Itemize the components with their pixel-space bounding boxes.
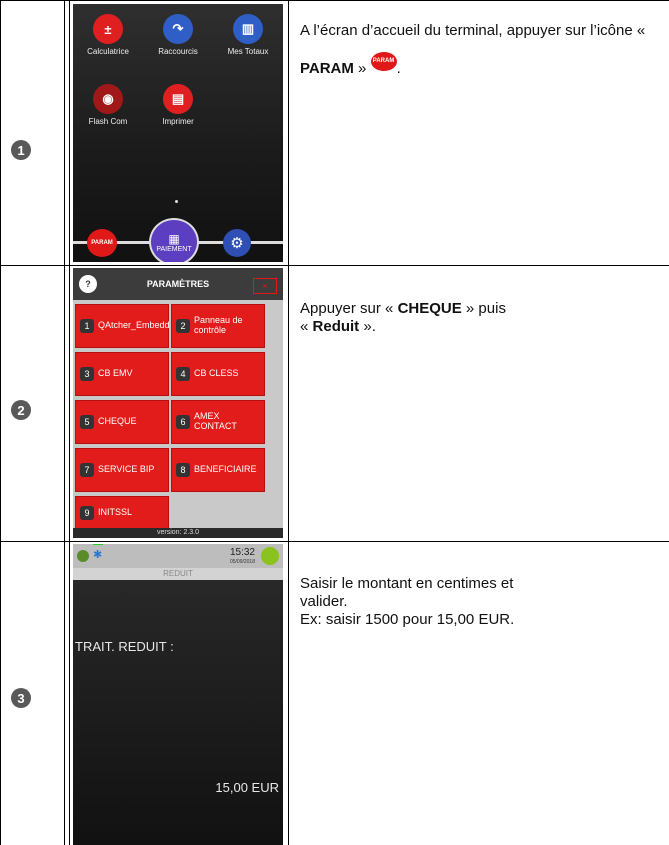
app-flash-com[interactable]: ◉ Flash Com	[73, 84, 143, 126]
param-item-number: 6	[176, 415, 190, 429]
calculator-icon: ±	[93, 14, 123, 44]
step-number-3: 3	[11, 688, 31, 708]
param-item-4[interactable]: 4 CB CLESS	[171, 352, 265, 396]
table-divider-col2	[288, 0, 289, 845]
step-2-line-1: Appuyer sur « CHEQUE » puis	[300, 300, 669, 318]
clock-date: 05/09/2018	[229, 559, 255, 565]
param-item-number: 8	[176, 463, 190, 477]
step-2-bold-1: CHEQUE	[397, 300, 462, 317]
step-3-line-3: Ex: saisir 1500 pour 15,00 EUR.	[300, 611, 515, 628]
step-number-1: 1	[11, 140, 31, 160]
param-item-2[interactable]: 2 Panneau de contrôle	[171, 304, 265, 348]
step-2-line-2: « Reduit ».	[300, 318, 669, 336]
step-2-text-a: Appuyer sur «	[300, 300, 398, 317]
param-item-number: 3	[80, 367, 94, 381]
table-row-divider-2	[0, 541, 669, 542]
parametres-header: PARAMÈTRES	[73, 268, 283, 300]
param-item-1[interactable]: 1 QAtcher_Embedd	[75, 304, 170, 348]
gear-icon[interactable]: ⚙	[223, 229, 251, 257]
param-item-label: INITSSL	[98, 507, 133, 518]
help-icon[interactable]: ?	[79, 275, 97, 293]
step-number-2: 2	[11, 400, 31, 420]
shortcut-arrow-icon: ↷	[163, 14, 193, 44]
app-raccourcis[interactable]: ↷ Raccourcis	[143, 14, 213, 56]
app-mes-totaux[interactable]: ▥ Mes Totaux	[213, 14, 283, 56]
table-border-top	[0, 0, 669, 1]
app-label: Raccourcis	[158, 47, 198, 56]
param-item-label: CB CLESS	[194, 368, 239, 379]
trait-reduit-label: TRAIT. REDUIT :	[75, 639, 174, 654]
table-border-left	[0, 0, 1, 845]
param-item-label: QAtcher_Embedd	[98, 320, 170, 331]
param-item-3[interactable]: 3 CB EMV	[75, 352, 169, 396]
param-item-9[interactable]: 9 INITSSL	[75, 496, 169, 530]
step-1-text-b: »	[353, 60, 371, 78]
card-icon: ▦	[168, 231, 180, 246]
step-2-text-c: «	[300, 318, 313, 335]
param-item-7[interactable]: 7 SERVICE BIP	[75, 448, 169, 492]
step-3-line-1: Saisir le montant en centimes et	[300, 575, 514, 592]
step-1-instruction: A l’écran d’accueil du terminal, appuyer…	[300, 12, 669, 89]
param-button[interactable]: PARAM	[87, 229, 117, 257]
home-dock: PARAM ▦ PAIEMENT ⚙	[73, 218, 283, 262]
param-item-number: 9	[80, 506, 94, 520]
step-3-instruction: Saisir le montant en centimes et valider…	[300, 575, 669, 629]
param-item-number: 5	[80, 415, 94, 429]
table-divider-col1	[64, 0, 65, 845]
param-item-6[interactable]: 6 AMEX CONTACT	[171, 400, 265, 444]
reduit-screen: ✱ 15:32 05/09/2018 REDUIT TRAIT. REDUIT …	[73, 544, 283, 845]
param-item-label: CHEQUE	[98, 416, 137, 427]
param-item-number: 4	[176, 367, 190, 381]
app-imprimer[interactable]: ▤ Imprimer	[143, 84, 213, 126]
param-item-label: CB EMV	[98, 368, 133, 379]
amount-display: 15,00 EUR	[215, 780, 279, 795]
param-item-number: 2	[176, 319, 190, 333]
app-calculatrice[interactable]: ± Calculatrice	[73, 14, 143, 56]
bluetooth-icon: ✱	[93, 549, 103, 561]
network-icon	[77, 550, 89, 562]
terminal-home-screen: ± Calculatrice ↷ Raccourcis ▥ Mes Totaux…	[73, 4, 283, 262]
battery-icon	[261, 547, 279, 565]
app-label: Calculatrice	[87, 47, 129, 56]
close-icon[interactable]: ×	[253, 278, 277, 294]
param-inline-icon: PARAM	[370, 51, 397, 71]
paiement-button[interactable]: ▦ PAIEMENT	[149, 218, 199, 262]
version-label: version: 2.3.0	[73, 528, 283, 538]
step-1-text-a: A l’écran d’accueil du terminal, appuyer…	[300, 22, 646, 39]
param-item-label: BENEFICIAIRE	[194, 464, 257, 475]
table-row-divider-1	[0, 265, 669, 266]
param-item-label: Panneau de contrôle	[194, 315, 243, 335]
parametres-screen: PARAMÈTRES ? × 1 QAtcher_Embedd 2 Panneau …	[73, 268, 283, 538]
step-3-line-2: valider.	[300, 593, 348, 610]
totals-chart-icon: ▥	[233, 14, 263, 44]
step-2-text-d: ».	[359, 318, 376, 335]
param-item-number: 7	[80, 463, 94, 477]
page-indicator-dot	[175, 200, 178, 203]
param-item-number: 1	[80, 319, 94, 333]
step-1-text-end: .	[396, 60, 401, 78]
app-label: Imprimer	[162, 117, 194, 126]
reduit-title: REDUIT	[73, 568, 283, 580]
inner-left-line	[69, 0, 70, 845]
printer-icon: ▤	[163, 84, 193, 114]
param-item-label: SERVICE BIP	[98, 464, 155, 475]
app-label: Mes Totaux	[227, 47, 269, 56]
step-2-bold-2: Reduit	[312, 318, 360, 335]
status-bar: ✱ 15:32 05/09/2018	[73, 544, 283, 568]
flash-com-icon: ◉	[93, 84, 123, 114]
step-2-instruction: Appuyer sur « CHEQUE » puis « Reduit ».	[300, 300, 669, 336]
signal-indicator-icon	[93, 544, 103, 545]
param-item-5[interactable]: 5 CHEQUE	[75, 400, 169, 444]
parametres-title: PARAMÈTRES	[146, 279, 210, 289]
step-2-text-b: » puis	[461, 300, 506, 317]
param-item-8[interactable]: 8 BENEFICIAIRE	[171, 448, 265, 492]
app-label: Flash Com	[88, 117, 128, 126]
param-item-label: AMEX CONTACT	[194, 411, 237, 431]
step-1-bold: PARAM	[300, 60, 354, 78]
clock-time: 15:32	[229, 547, 255, 558]
paiement-label: PAIEMENT	[156, 245, 192, 253]
